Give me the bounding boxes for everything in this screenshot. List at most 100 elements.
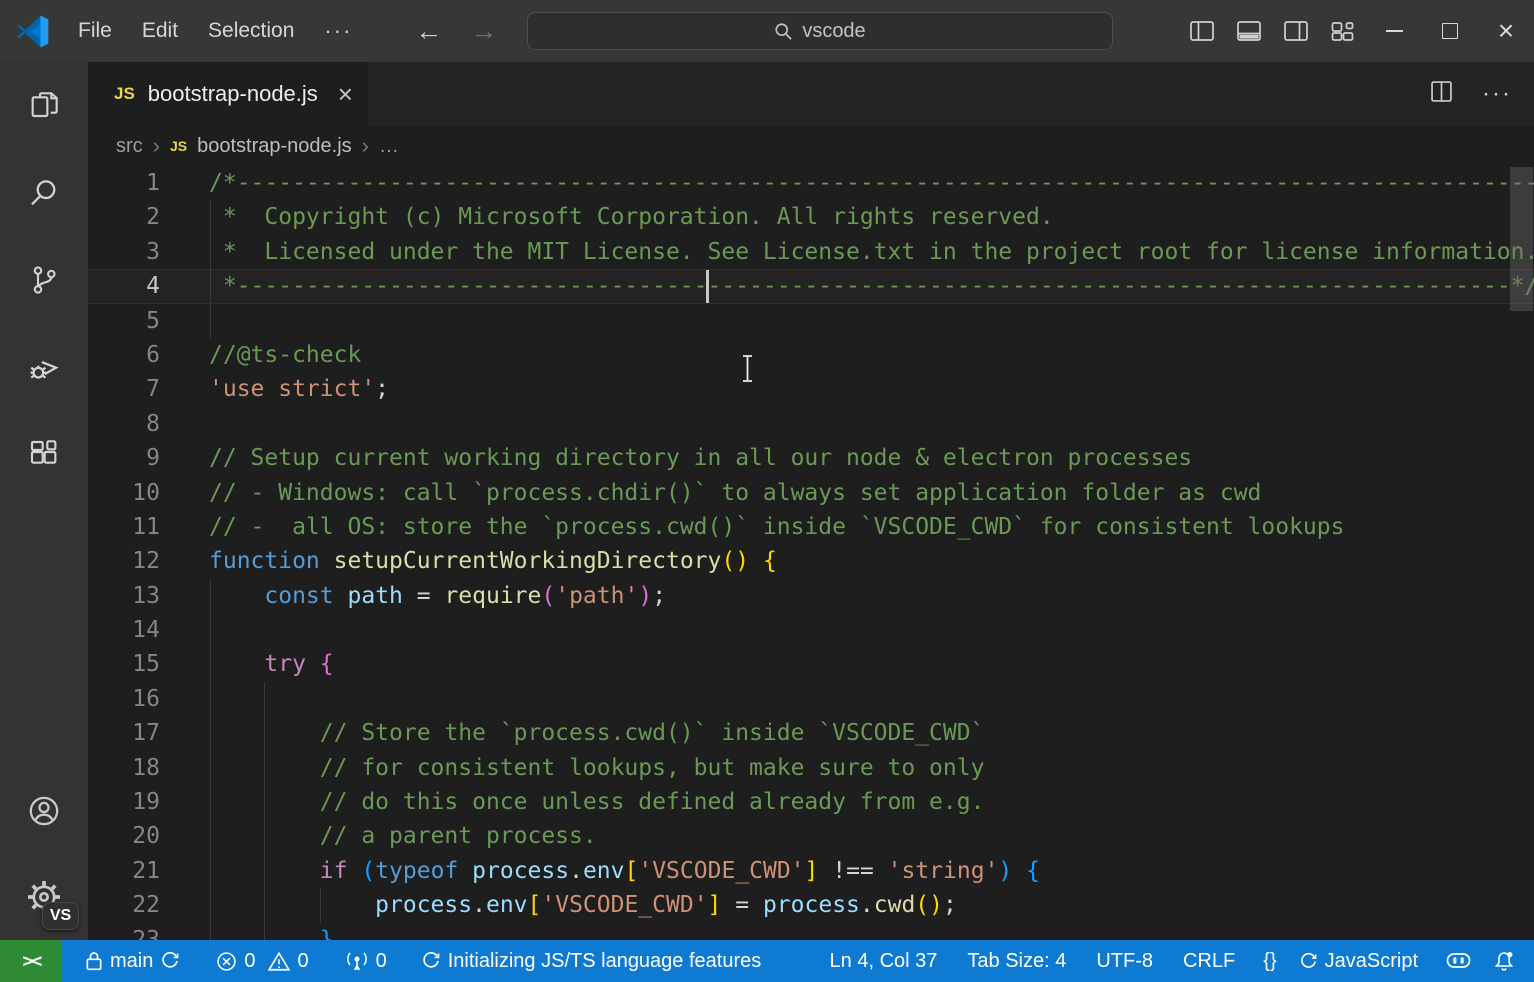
- go-forward-button[interactable]: →: [470, 16, 497, 47]
- code-line[interactable]: 18 // for consistent lookups, but make s…: [88, 751, 1534, 785]
- line-number[interactable]: 15: [88, 647, 160, 681]
- code-line[interactable]: 19 // do this once unless defined alread…: [88, 785, 1534, 819]
- line-number[interactable]: 17: [88, 716, 160, 750]
- warnings-icon: [268, 951, 290, 972]
- menu-overflow-button[interactable]: ···: [309, 18, 367, 44]
- code-line[interactable]: 11// - all OS: store the `process.cwd()`…: [88, 510, 1534, 544]
- source-control-icon[interactable]: [0, 236, 88, 323]
- line-number[interactable]: 4: [88, 269, 160, 303]
- encoding-item[interactable]: UTF-8: [1085, 940, 1164, 982]
- line-number[interactable]: 20: [88, 819, 160, 853]
- code-line[interactable]: 14: [88, 613, 1534, 647]
- code-line[interactable]: 12 function setupCurrentWorkingDirectory(…: [88, 544, 1534, 578]
- more-actions-icon[interactable]: ···: [1482, 80, 1512, 108]
- code-line[interactable]: 16: [88, 682, 1534, 716]
- line-number[interactable]: 6: [88, 338, 160, 372]
- ports-status-item[interactable]: 0: [334, 940, 398, 982]
- go-back-button[interactable]: ←: [415, 16, 442, 47]
- toggle-secondary-sidebar-icon[interactable]: [1272, 0, 1319, 62]
- toggle-panel-icon[interactable]: [1225, 0, 1272, 62]
- breadcrumb-folder[interactable]: src: [116, 135, 143, 158]
- code-line[interactable]: 1/*-------------------------------------…: [88, 166, 1534, 200]
- explorer-icon[interactable]: [0, 62, 88, 149]
- command-center-search[interactable]: vscode: [527, 12, 1113, 50]
- code-line[interactable]: 21 if (typeof process.env['VSCODE_CWD'] …: [88, 854, 1534, 888]
- close-window-button[interactable]: ×: [1478, 0, 1534, 62]
- maximize-button[interactable]: [1422, 0, 1478, 62]
- sync-icon: [160, 951, 180, 971]
- editor-scrollbar[interactable]: [1510, 167, 1533, 311]
- line-number[interactable]: 9: [88, 441, 160, 475]
- line-number[interactable]: 10: [88, 476, 160, 510]
- problems-status-item[interactable]: 0 0: [205, 940, 319, 982]
- code-text: // do this once unless defined already f…: [209, 785, 984, 819]
- branch-status-item[interactable]: main: [74, 940, 191, 982]
- code-line[interactable]: 4 *-------------------------------------…: [88, 269, 1534, 303]
- line-number[interactable]: 11: [88, 510, 160, 544]
- indentation-item[interactable]: Tab Size: 4: [956, 940, 1077, 982]
- code-line[interactable]: 23 }: [88, 923, 1534, 940]
- code-line[interactable]: 2 * Copyright (c) Microsoft Corporation.…: [88, 200, 1534, 234]
- line-number[interactable]: 5: [88, 304, 160, 338]
- line-number[interactable]: 18: [88, 751, 160, 785]
- profile-badge[interactable]: VS: [42, 902, 79, 930]
- encoding: UTF-8: [1096, 950, 1153, 973]
- line-number[interactable]: 23: [88, 923, 160, 940]
- notifications-bell[interactable]: [1482, 940, 1526, 982]
- toggle-primary-sidebar-icon[interactable]: [1178, 0, 1225, 62]
- code-line[interactable]: 15 try {: [88, 647, 1534, 681]
- customize-layout-icon[interactable]: [1319, 0, 1366, 62]
- line-number[interactable]: 1: [88, 166, 160, 200]
- code-line[interactable]: 20 // a parent process.: [88, 819, 1534, 853]
- code-line[interactable]: 5: [88, 304, 1534, 338]
- tab-bootstrap-node-js[interactable]: JS bootstrap-node.js ×: [88, 62, 368, 126]
- split-editor-icon[interactable]: [1431, 81, 1452, 107]
- indent-guide: [320, 888, 321, 922]
- menu-selection[interactable]: Selection: [193, 0, 309, 62]
- line-number[interactable]: 16: [88, 682, 160, 716]
- remote-window-button[interactable]: ><: [0, 940, 62, 982]
- code-line[interactable]: 9// Setup current working directory in a…: [88, 441, 1534, 475]
- run-and-debug-icon[interactable]: [0, 323, 88, 410]
- code-line[interactable]: 3 * Licensed under the MIT License. See …: [88, 235, 1534, 269]
- language-status-message[interactable]: Initializing JS/TS language features: [410, 940, 773, 982]
- menu-file[interactable]: File: [63, 0, 127, 62]
- search-view-icon[interactable]: [0, 149, 88, 236]
- line-number[interactable]: 3: [88, 235, 160, 269]
- extensions-icon[interactable]: [0, 410, 88, 497]
- close-tab-icon[interactable]: ×: [338, 81, 353, 107]
- indent-guide: [264, 785, 265, 819]
- code-editor[interactable]: 1/*-------------------------------------…: [88, 166, 1534, 940]
- code-line[interactable]: 8: [88, 407, 1534, 441]
- line-number[interactable]: 12: [88, 544, 160, 578]
- formatter-item[interactable]: {}: [1252, 940, 1287, 982]
- copilot-status-item[interactable]: [1435, 940, 1482, 982]
- breadcrumb-symbol[interactable]: …: [379, 135, 399, 158]
- code-line[interactable]: 13 const path = require('path');: [88, 579, 1534, 613]
- tab-title: bootstrap-node.js: [148, 81, 318, 107]
- code-line[interactable]: 10// - Windows: call `process.chdir()` t…: [88, 476, 1534, 510]
- accounts-icon[interactable]: [0, 768, 88, 854]
- line-number[interactable]: 22: [88, 888, 160, 922]
- line-number[interactable]: 7: [88, 372, 160, 406]
- minimize-button[interactable]: [1366, 0, 1422, 62]
- ports-count: 0: [376, 950, 387, 973]
- line-number[interactable]: 8: [88, 407, 160, 441]
- line-number[interactable]: 21: [88, 854, 160, 888]
- line-number[interactable]: 14: [88, 613, 160, 647]
- code-line[interactable]: 17 // Store the `process.cwd()` inside `…: [88, 716, 1534, 750]
- code-line[interactable]: 6//@ts-check: [88, 338, 1534, 372]
- language-mode-item[interactable]: JavaScript: [1288, 940, 1429, 982]
- code-line[interactable]: 22 process.env['VSCODE_CWD'] = process.c…: [88, 888, 1534, 922]
- breadcrumb-file[interactable]: bootstrap-node.js: [197, 135, 352, 158]
- menu-edit[interactable]: Edit: [127, 0, 193, 62]
- line-number[interactable]: 13: [88, 579, 160, 613]
- eol-item[interactable]: CRLF: [1172, 940, 1246, 982]
- cursor-position: Ln 4, Col 37: [830, 950, 938, 973]
- line-number[interactable]: 19: [88, 785, 160, 819]
- code-line[interactable]: 7'use strict';: [88, 372, 1534, 406]
- code-text: function setupCurrentWorkingDirectory() …: [209, 544, 777, 578]
- line-number[interactable]: 2: [88, 200, 160, 234]
- indent-guide: [210, 716, 211, 750]
- cursor-position-item[interactable]: Ln 4, Col 37: [819, 940, 949, 982]
